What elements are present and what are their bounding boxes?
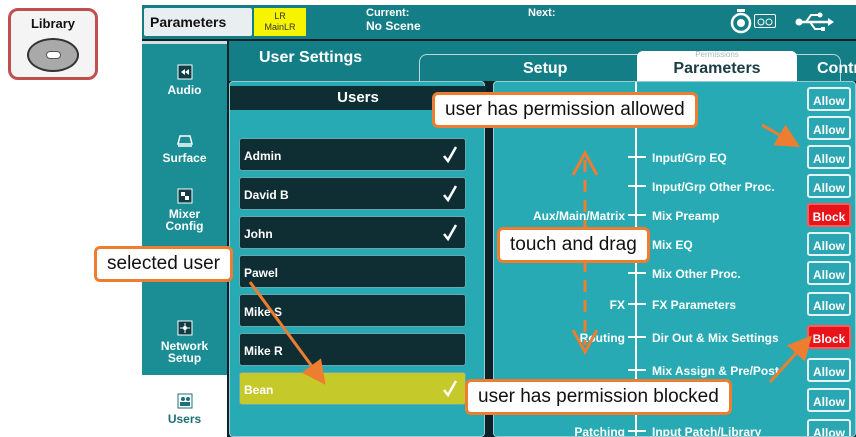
- screenshot-root: Library Parameters LR MainLR Current: No…: [0, 0, 856, 437]
- callout-selected-user: selected user: [94, 246, 234, 282]
- annotation-arrows: [248, 123, 813, 385]
- callout-permission-allowed: user has permission allowed: [432, 92, 698, 128]
- callout-touch-drag: touch and drag: [497, 227, 650, 263]
- callout-permission-blocked: user has permission blocked: [465, 379, 732, 415]
